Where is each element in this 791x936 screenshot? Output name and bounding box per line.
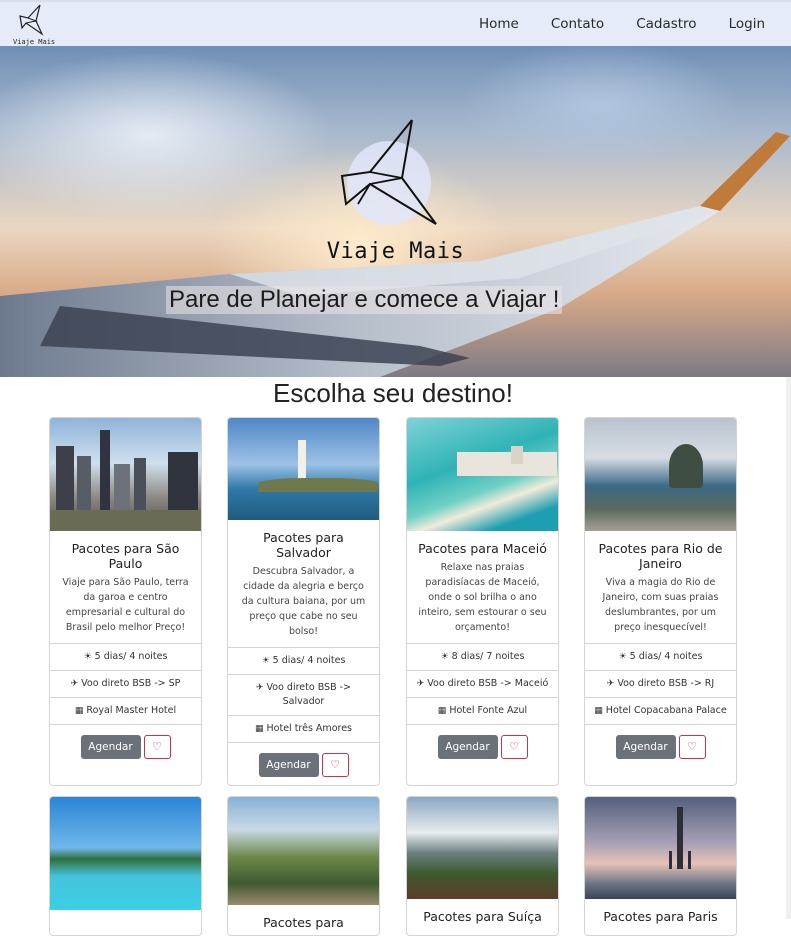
heart-icon: ♡	[509, 740, 519, 753]
heart-icon: ♡	[687, 740, 697, 753]
airplane-icon: ✈	[606, 679, 615, 689]
navbar: Viaje Mais Home Contato Cadastro Login	[0, 2, 791, 46]
brand-logo[interactable]: Viaje Mais	[12, 4, 56, 46]
sun-icon: ☀	[440, 652, 449, 662]
sun-icon: ☀	[618, 652, 627, 662]
card-duration: ☀ 5 dias/ 4 noites	[228, 647, 379, 674]
resort-pool-image	[50, 797, 201, 910]
salvador-image	[228, 418, 379, 520]
card-hotel: ▦ Royal Master Hotel	[50, 697, 201, 724]
card-flight: ✈ Voo direto BSB -> Salvador	[228, 674, 379, 715]
card-duration: ☀ 5 dias/ 4 noites	[50, 643, 201, 670]
card-description: Descubra Salvador, a cidade da alegria e…	[241, 566, 366, 637]
sao-paulo-image	[50, 418, 201, 531]
card-flight: ✈ Voo direto BSB -> SP	[50, 670, 201, 697]
destination-card: Pacotes para Maceió Relaxe nas praias pa…	[406, 417, 559, 786]
building-icon: ▦	[594, 706, 603, 716]
favorite-button[interactable]: ♡	[678, 734, 706, 759]
countryside-image	[228, 797, 379, 905]
card-flight: ✈ Voo direto BSB -> RJ	[585, 670, 736, 697]
brand-name: Viaje Mais	[13, 38, 56, 46]
card-hotel: ▦ Hotel Fonte Azul	[407, 697, 558, 724]
building-icon: ▦	[437, 706, 447, 716]
rio-de-janeiro-image	[585, 418, 736, 531]
hero-banner: Viaje Mais Pare de Planejar e comece a V…	[0, 46, 791, 377]
agendar-button[interactable]: Agendar	[615, 734, 676, 759]
card-duration: ☀ 8 dias/ 7 noites	[407, 643, 558, 670]
destination-card: Pacotes para São Paulo Viaje para São Pa…	[49, 417, 202, 786]
building-icon: ▦	[255, 724, 264, 734]
destination-card: Pacotes para Rio de Janeiro Viva a magia…	[584, 417, 737, 786]
hero-subtitle: Pare de Planejar e comece a Viajar !	[166, 286, 563, 314]
destination-card: Pacotes para	[227, 796, 380, 936]
nav-link-home[interactable]: Home	[479, 16, 519, 32]
switzerland-image	[407, 797, 558, 899]
nav-link-cadastro[interactable]: Cadastro	[636, 16, 696, 32]
heart-icon: ♡	[152, 740, 162, 753]
building-icon: ▦	[74, 706, 84, 716]
card-duration: ☀ 5 dias/ 4 noites	[585, 643, 736, 670]
hero-title: Viaje Mais	[326, 239, 465, 264]
favorite-button[interactable]: ♡	[143, 734, 171, 759]
paris-image	[585, 797, 736, 899]
sun-icon: ☀	[83, 652, 92, 662]
card-title: Pacotes para Suíça	[423, 909, 542, 924]
heart-icon: ♡	[330, 758, 340, 771]
airplane-icon: ✈	[70, 679, 79, 689]
card-title: Pacotes para	[263, 915, 344, 930]
agendar-button[interactable]: Agendar	[258, 752, 319, 777]
card-hotel: ▦ Hotel Copacabana Palace	[585, 697, 736, 724]
destination-card: Pacotes para Salvador Descubra Salvador,…	[227, 417, 380, 786]
airplane-icon: ✈	[416, 679, 425, 689]
maceio-image	[407, 418, 558, 531]
card-title: Pacotes para Rio de Janeiro	[598, 541, 723, 571]
card-title: Pacotes para São Paulo	[71, 541, 180, 571]
card-description: Viva a magia do Rio de Janeiro, com suas…	[602, 577, 719, 633]
sun-icon: ☀	[261, 656, 270, 666]
card-description: Relaxe nas praias paradisíacas de Maceió…	[418, 562, 547, 633]
destination-card: Pacotes para Paris	[584, 796, 737, 936]
card-title	[50, 910, 201, 924]
destination-card	[49, 796, 202, 936]
card-title: Pacotes para Maceió	[418, 541, 547, 556]
card-title: Pacotes para Paris	[603, 909, 718, 924]
favorite-button[interactable]: ♡	[500, 734, 528, 759]
origami-bird-icon	[340, 119, 437, 225]
card-flight: ✈ Voo direto BSB -> Maceió	[407, 670, 558, 697]
agendar-button[interactable]: Agendar	[437, 734, 498, 759]
nav-link-contato[interactable]: Contato	[551, 16, 604, 32]
nav-link-login[interactable]: Login	[729, 16, 765, 32]
scrollbar[interactable]	[786, 377, 791, 919]
origami-bird-icon	[19, 4, 44, 36]
destination-card: Pacotes para Suíça	[406, 796, 559, 936]
section-title: Escolha seu destino!	[273, 378, 513, 408]
card-hotel: ▦ Hotel três Amores	[228, 715, 379, 742]
card-title: Pacotes para Salvador	[263, 530, 344, 560]
airplane-icon: ✈	[255, 683, 264, 693]
favorite-button[interactable]: ♡	[321, 752, 349, 777]
card-description: Viaje para São Paulo, terra da garoa e c…	[62, 577, 189, 633]
agendar-button[interactable]: Agendar	[80, 734, 141, 759]
